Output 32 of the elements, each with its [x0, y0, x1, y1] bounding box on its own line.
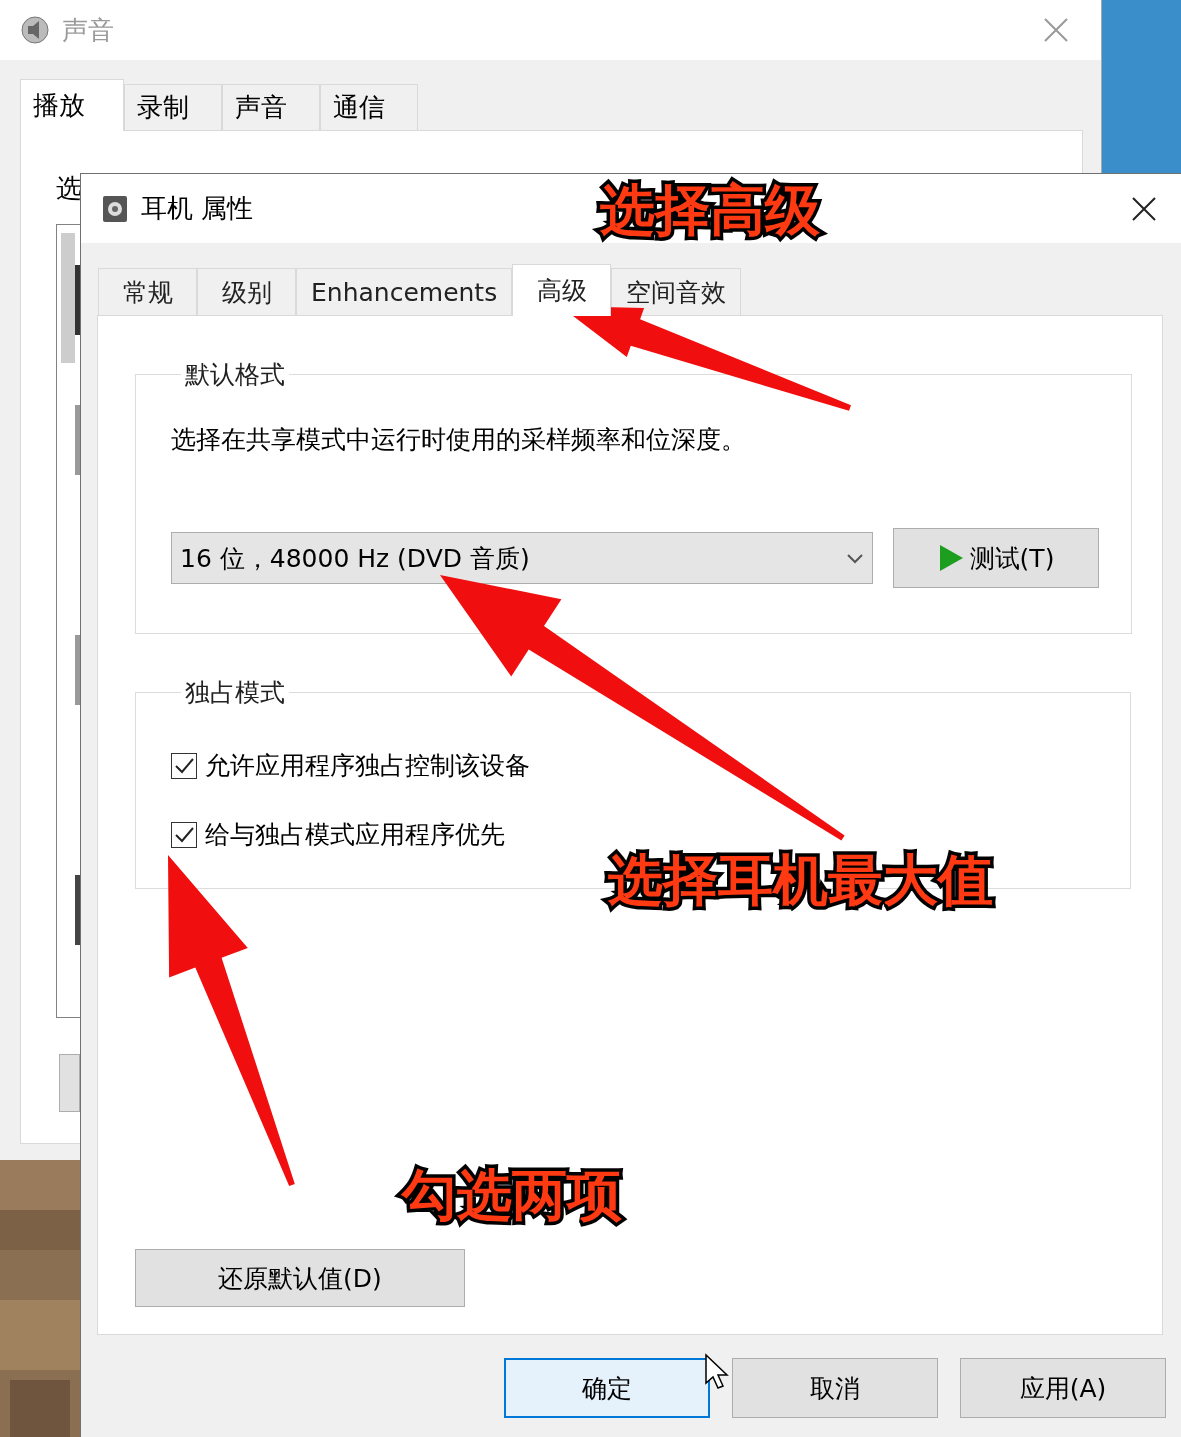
tab[interactable]: 声音: [222, 84, 320, 130]
checkbox[interactable]: [171, 752, 197, 779]
dialog-button[interactable]: 取消: [732, 1358, 938, 1418]
close-icon[interactable]: [1131, 195, 1157, 222]
speaker-icon: [20, 15, 50, 45]
checkbox[interactable]: [171, 821, 197, 848]
tab[interactable]: 录制: [124, 84, 222, 130]
description-text: 选择在共享模式中运行时使用的采样频率和位深度。: [171, 424, 747, 456]
instruction-text: 选: [56, 173, 82, 203]
speaker-icon: [101, 193, 129, 224]
tab[interactable]: 空间音效: [611, 268, 742, 315]
group-title: 独占模式: [184, 677, 286, 709]
dialog-button[interactable]: 应用(A): [960, 1358, 1166, 1418]
checkbox-label: 允许应用程序独占控制该设备: [205, 750, 530, 782]
restore-defaults-button[interactable]: 还原默认值(D): [135, 1249, 465, 1307]
chevron-down-icon: [846, 552, 864, 564]
checkbox-label: 给与独占模式应用程序优先: [205, 819, 505, 851]
tab[interactable]: 高级: [512, 264, 612, 316]
tab[interactable]: 通信: [320, 84, 418, 130]
dialog-title: 耳机 属性: [141, 192, 254, 225]
group-title: 默认格式: [184, 359, 286, 391]
tab[interactable]: 常规: [98, 268, 197, 315]
tab[interactable]: Enhancements: [296, 268, 513, 315]
format-dropdown[interactable]: 16 位，48000 Hz (DVD 音质): [171, 532, 873, 584]
dialog-button[interactable]: 确定: [504, 1358, 710, 1418]
tab[interactable]: 播放: [20, 79, 124, 131]
tab[interactable]: 级别: [197, 268, 296, 315]
device-list[interactable]: [56, 224, 81, 1018]
cursor-icon: [704, 1353, 730, 1391]
test-button[interactable]: 测试(T): [893, 528, 1099, 588]
play-icon: [937, 544, 964, 572]
window-title: 声音: [62, 13, 114, 47]
